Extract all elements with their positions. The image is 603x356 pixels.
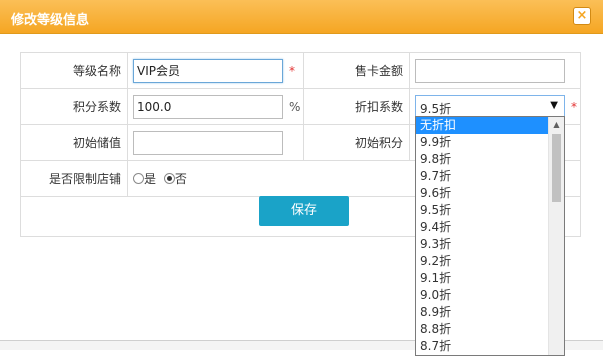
- card-price-label: 售卡金额: [303, 52, 410, 89]
- discount-dropdown-list[interactable]: 无折扣 9.9折 9.8折 9.7折 9.6折 9.5折 9.4折 9.3折 9…: [415, 116, 565, 356]
- dropdown-option[interactable]: 8.9折: [416, 304, 548, 321]
- save-button[interactable]: 保存: [259, 196, 349, 226]
- card-price-input[interactable]: [415, 58, 565, 83]
- points-ratio-label: 积分系数: [20, 88, 128, 125]
- points-ratio-input[interactable]: [133, 94, 283, 119]
- dropdown-option[interactable]: 9.9折: [416, 134, 548, 151]
- radio-yes[interactable]: [133, 173, 144, 184]
- dropdown-option[interactable]: 9.7折: [416, 168, 548, 185]
- chevron-down-icon: ▼: [550, 99, 558, 111]
- dropdown-option[interactable]: 9.1折: [416, 270, 548, 287]
- dropdown-option[interactable]: 8.8折: [416, 321, 548, 338]
- required-mark: *: [571, 99, 577, 114]
- dropdown-option[interactable]: 9.4折: [416, 219, 548, 236]
- dropdown-option[interactable]: 9.3折: [416, 236, 548, 253]
- initial-balance-label: 初始储值: [20, 124, 128, 161]
- close-button[interactable]: ×: [573, 7, 591, 25]
- dropdown-option[interactable]: 9.8折: [416, 151, 548, 168]
- radio-yes-label[interactable]: 是: [144, 172, 156, 186]
- form-row: 等级名称 * 售卡金额: [20, 52, 581, 89]
- discount-select-value: 9.5折: [420, 101, 452, 116]
- dropdown-option[interactable]: 8.7折: [416, 338, 548, 355]
- radio-no[interactable]: [163, 173, 175, 184]
- dropdown-option[interactable]: 9.5折: [416, 202, 548, 219]
- dropdown-option[interactable]: 9.2折: [416, 253, 548, 270]
- dropdown-option[interactable]: 无折扣: [416, 117, 548, 134]
- initial-balance-input[interactable]: [133, 130, 283, 155]
- grade-name-input[interactable]: [133, 58, 283, 83]
- scroll-up-arrow-icon[interactable]: ▲: [549, 117, 564, 132]
- discount-select[interactable]: 9.5折 ▼: [415, 94, 565, 119]
- initial-points-label: 初始积分: [303, 124, 410, 161]
- radio-no-label[interactable]: 否: [175, 172, 187, 186]
- dropdown-options: 无折扣 9.9折 9.8折 9.7折 9.6折 9.5折 9.4折 9.3折 9…: [416, 117, 564, 355]
- limit-store-label: 是否限制店铺: [20, 160, 128, 197]
- dropdown-option[interactable]: 9.6折: [416, 185, 548, 202]
- dialog-title: 修改等级信息: [11, 13, 90, 28]
- dropdown-scrollbar[interactable]: ▲: [548, 117, 564, 355]
- percent-unit: %: [289, 99, 301, 114]
- close-icon: ×: [576, 8, 588, 23]
- scrollbar-thumb[interactable]: [552, 134, 561, 202]
- discount-ratio-label: 折扣系数: [303, 88, 410, 125]
- required-mark: *: [289, 63, 295, 78]
- dialog-title-bar: 修改等级信息 ×: [0, 0, 603, 34]
- dropdown-option[interactable]: 9.0折: [416, 287, 548, 304]
- grade-name-label: 等级名称: [20, 52, 128, 89]
